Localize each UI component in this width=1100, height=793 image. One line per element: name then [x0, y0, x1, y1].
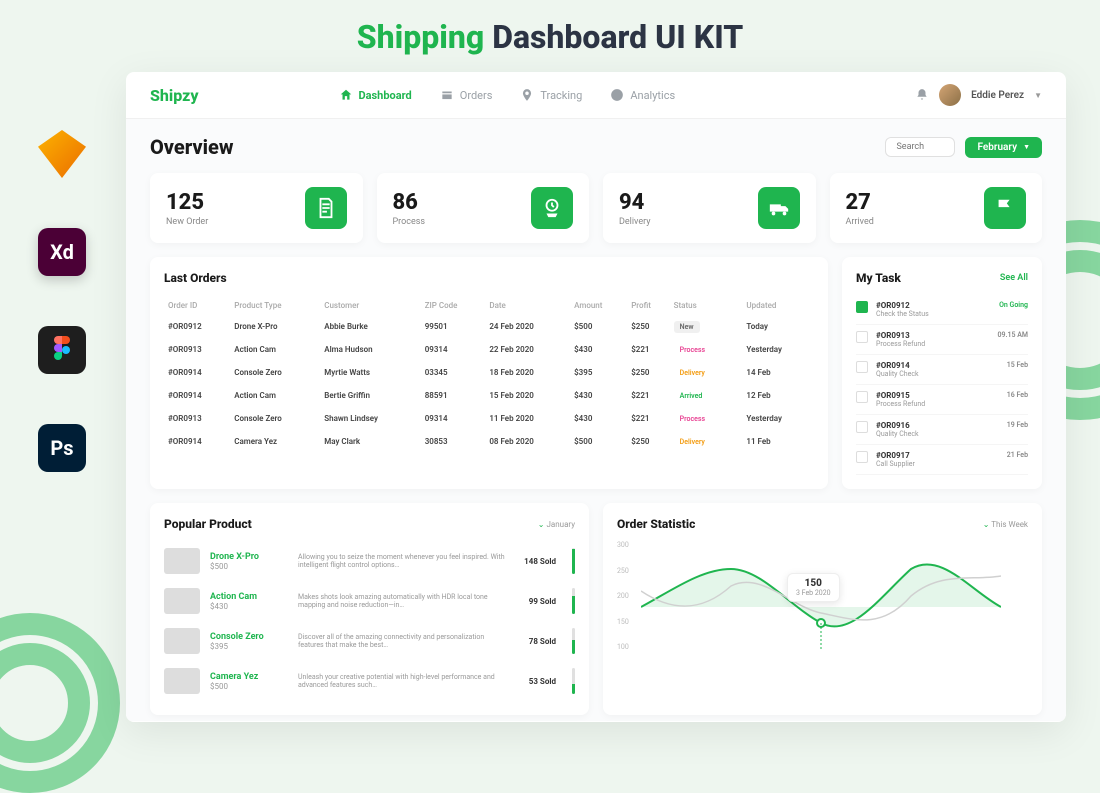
checkbox[interactable]	[856, 361, 868, 373]
table-row[interactable]: #OR0914Console ZeroMyrtie Watts0334518 F…	[166, 362, 812, 383]
nav-tracking[interactable]: Tracking	[520, 88, 582, 102]
table-row[interactable]: #OR0914Action CamBertie Griffin8859115 F…	[166, 385, 812, 406]
sold-bar	[572, 548, 575, 574]
stat-delivery[interactable]: 94Delivery	[603, 173, 816, 243]
product-item[interactable]: Console Zero$395Discover all of the amaz…	[164, 621, 575, 661]
orders-title: Last Orders	[164, 271, 227, 285]
status-badge: Arrived	[674, 390, 709, 402]
stat-arrived[interactable]: 27Arrived	[830, 173, 1043, 243]
chevron-down-icon: ▼	[1023, 143, 1030, 151]
see-all-link[interactable]: See All	[1000, 273, 1028, 283]
status-badge: Process	[674, 413, 712, 425]
stat-process[interactable]: 86Process	[377, 173, 590, 243]
col-header: Profit	[629, 297, 669, 314]
logo[interactable]: Shipzy	[150, 86, 199, 105]
tasks-title: My Task	[856, 271, 901, 285]
decorative-arcs-left	[0, 613, 120, 793]
col-header: Amount	[572, 297, 627, 314]
promo-dark: Dashboard UI KIT	[492, 18, 743, 56]
avatar[interactable]	[939, 84, 961, 106]
orders-table: Order IDProduct TypeCustomerZIP CodeDate…	[164, 295, 814, 454]
sold-bar	[572, 668, 575, 694]
order-statistic-panel: Order Statistic ⌄ This Week 300250200150…	[603, 503, 1042, 715]
col-header: Status	[672, 297, 743, 314]
popular-title: Popular Product	[164, 517, 252, 531]
top-nav: Shipzy DashboardOrdersTrackingAnalytics …	[126, 72, 1066, 119]
stat-new-order[interactable]: 125New Order	[150, 173, 363, 243]
dashboard-icon	[339, 88, 353, 102]
my-task-panel: My Task See All #OR0912Check the StatusO…	[842, 257, 1042, 489]
sold-bar	[572, 588, 575, 614]
task-item[interactable]: #OR0914Quality Check15 Feb	[856, 355, 1028, 385]
product-image	[164, 588, 200, 614]
promo-title: Shipping Dashboard UI KIT	[0, 0, 1100, 70]
chart-period-select[interactable]: ⌄ This Week	[983, 520, 1028, 529]
product-item[interactable]: Drone X-Pro$500Allowing you to seize the…	[164, 541, 575, 581]
ps-icon: Ps	[38, 424, 86, 472]
task-item[interactable]: #OR0912Check the StatusOn Going	[856, 295, 1028, 325]
product-item[interactable]: Action Cam$430Makes shots look amazing a…	[164, 581, 575, 621]
checkbox[interactable]	[856, 331, 868, 343]
cart-icon	[531, 187, 573, 229]
flag-icon	[984, 187, 1026, 229]
bell-icon[interactable]	[915, 88, 929, 102]
product-image	[164, 668, 200, 694]
product-image	[164, 628, 200, 654]
col-header: Product Type	[232, 297, 320, 314]
file-icon	[305, 187, 347, 229]
col-header: Updated	[744, 297, 812, 314]
table-row[interactable]: #OR0914Camera YezMay Clark3085308 Feb 20…	[166, 431, 812, 452]
task-item[interactable]: #OR0917Call Supplier21 Feb	[856, 445, 1028, 475]
table-row[interactable]: #OR0912Drone X-ProAbbie Burke9950124 Feb…	[166, 316, 812, 337]
nav-analytics[interactable]: Analytics	[610, 88, 675, 102]
tracking-icon	[520, 88, 534, 102]
chevron-down-icon[interactable]: ▼	[1034, 91, 1042, 100]
task-item[interactable]: #OR0913Process Refund09.15 AM	[856, 325, 1028, 355]
month-label: February	[977, 142, 1017, 153]
truck-icon	[758, 187, 800, 229]
col-header: ZIP Code	[423, 297, 486, 314]
username[interactable]: Eddie Perez	[971, 90, 1024, 101]
nav-dashboard[interactable]: Dashboard	[339, 88, 412, 102]
month-select[interactable]: February ▼	[965, 137, 1042, 158]
col-header: Date	[487, 297, 570, 314]
col-header: Customer	[322, 297, 420, 314]
page-title: Overview	[150, 135, 233, 159]
table-row[interactable]: #OR0913Console ZeroShawn Lindsey0931411 …	[166, 408, 812, 429]
task-item[interactable]: #OR0916Quality Check19 Feb	[856, 415, 1028, 445]
search-input[interactable]	[885, 137, 955, 157]
chart-tooltip: 150 3 Feb 2020	[787, 573, 840, 602]
col-header: Order ID	[166, 297, 230, 314]
sold-bar	[572, 628, 575, 654]
product-image	[164, 548, 200, 574]
nav-orders[interactable]: Orders	[440, 88, 493, 102]
popular-period-select[interactable]: ⌄ January	[538, 520, 575, 529]
status-badge: New	[674, 321, 700, 333]
last-orders-panel: Last Orders Order IDProduct TypeCustomer…	[150, 257, 828, 489]
popular-product-panel: Popular Product ⌄ January Drone X-Pro$50…	[150, 503, 589, 715]
checkbox[interactable]	[856, 301, 868, 313]
dashboard-window: Shipzy DashboardOrdersTrackingAnalytics …	[126, 72, 1066, 722]
tool-icons: Xd Ps	[38, 130, 86, 472]
table-row[interactable]: #OR0913Action CamAlma Hudson0931422 Feb …	[166, 339, 812, 360]
sketch-icon	[38, 130, 86, 178]
status-badge: Process	[674, 344, 712, 356]
status-badge: Delivery	[674, 436, 711, 448]
orders-icon	[440, 88, 454, 102]
checkbox[interactable]	[856, 451, 868, 463]
status-badge: Delivery	[674, 367, 711, 379]
task-item[interactable]: #OR0915Process Refund16 Feb	[856, 385, 1028, 415]
promo-green: Shipping	[357, 18, 485, 56]
analytics-icon	[610, 88, 624, 102]
xd-icon: Xd	[38, 228, 86, 276]
figma-icon	[38, 326, 86, 374]
chart-title: Order Statistic	[617, 517, 695, 531]
checkbox[interactable]	[856, 421, 868, 433]
chart-area: 300250200150100 150 3 Feb 2020	[617, 541, 1028, 651]
product-item[interactable]: Camera Yez$500Unleash your creative pote…	[164, 661, 575, 701]
checkbox[interactable]	[856, 391, 868, 403]
